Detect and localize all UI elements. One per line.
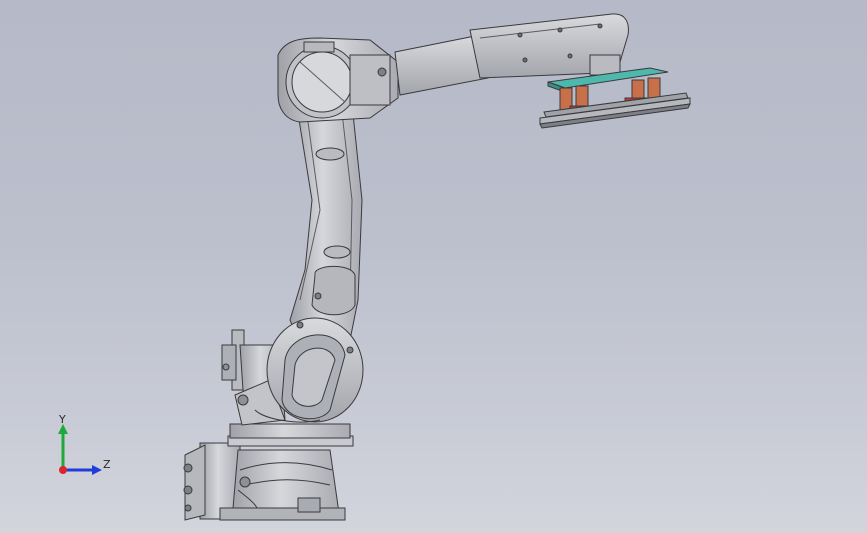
gripper[interactable] bbox=[539, 67, 691, 129]
robot-base[interactable] bbox=[183, 423, 354, 521]
origin-dot bbox=[59, 466, 67, 474]
robot-arm-model[interactable] bbox=[0, 0, 867, 533]
z-axis-head bbox=[92, 465, 102, 475]
axis-triad: Y Z bbox=[48, 412, 120, 482]
3d-viewport[interactable]: Y Z bbox=[0, 0, 867, 533]
lower-arm[interactable] bbox=[289, 84, 363, 346]
z-axis-label: Z bbox=[103, 458, 111, 471]
elbow-joint[interactable] bbox=[277, 37, 399, 123]
y-axis-label: Y bbox=[59, 413, 66, 426]
